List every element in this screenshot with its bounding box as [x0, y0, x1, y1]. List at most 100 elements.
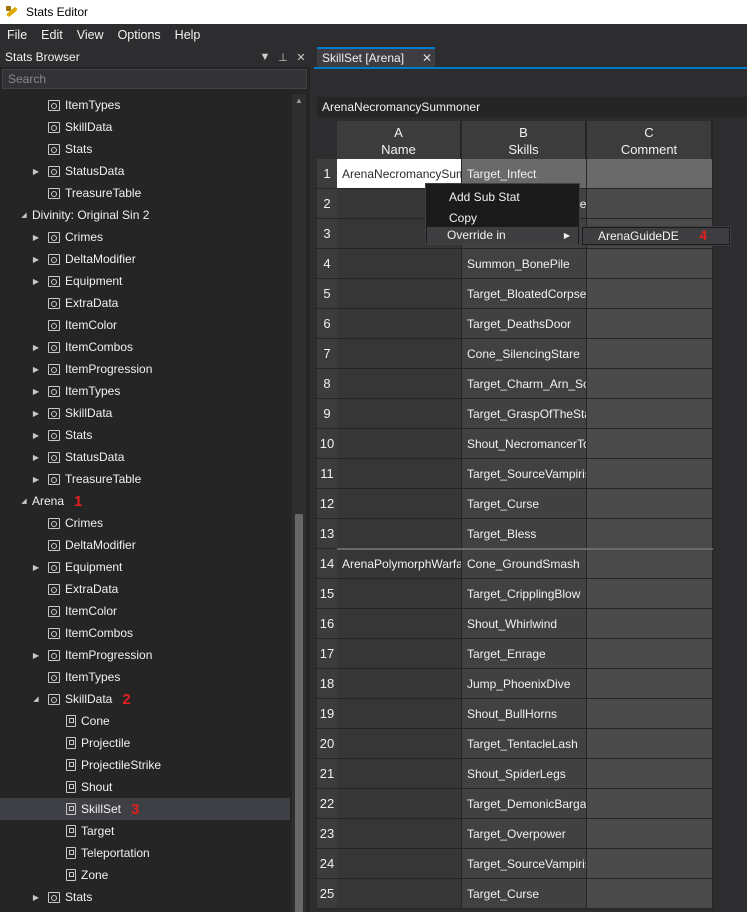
tree-item[interactable]: ExtraData: [0, 578, 290, 600]
tree-item[interactable]: SkillSet 3: [0, 798, 290, 820]
tree-item[interactable]: ◢ Arena 1: [0, 490, 290, 512]
row-header[interactable]: 10: [317, 429, 337, 459]
tree-item[interactable]: ▶ SkillData: [0, 402, 290, 424]
tree-item[interactable]: ItemColor: [0, 314, 290, 336]
grid-cell-skill[interactable]: Target_DeathsDoor: [462, 309, 587, 339]
expand-down-icon[interactable]: ◢: [18, 209, 30, 221]
tree-item[interactable]: ▶ ItemProgression: [0, 644, 290, 666]
grid-cell-skill[interactable]: Target_SourceVampirism: [462, 459, 587, 489]
tree-item[interactable]: ItemTypes: [0, 666, 290, 688]
expand-down-icon[interactable]: ◢: [30, 693, 42, 705]
tree-item[interactable]: ▶ DeltaModifier: [0, 248, 290, 270]
grid-cell-skill[interactable]: Cone_SilencingStare: [462, 339, 587, 369]
grid-cell-name[interactable]: [337, 879, 462, 909]
expand-right-icon[interactable]: ▶: [30, 275, 42, 287]
grid-cell-skill[interactable]: Target_SourceVampirism: [462, 849, 587, 879]
tree-item[interactable]: Stats: [0, 138, 290, 160]
grid-cell-comment[interactable]: [587, 519, 713, 549]
grid-cell-skill[interactable]: Summon_BonePile: [462, 249, 587, 279]
grid-cell-skill[interactable]: Shout_BullHorns: [462, 699, 587, 729]
row-header[interactable]: 21: [317, 759, 337, 789]
row-header[interactable]: 11: [317, 459, 337, 489]
grid-cell-comment[interactable]: [587, 249, 713, 279]
grid-cell-skill[interactable]: Target_Bless: [462, 519, 587, 549]
row-header[interactable]: 5: [317, 279, 337, 309]
grid-cell-name[interactable]: [337, 279, 462, 309]
grid-cell-name[interactable]: [337, 699, 462, 729]
grid-cell-comment[interactable]: [587, 639, 713, 669]
grid-cell-comment[interactable]: [587, 189, 713, 219]
grid-cell-name[interactable]: [337, 369, 462, 399]
grid-cell-name[interactable]: [337, 639, 462, 669]
row-header[interactable]: 6: [317, 309, 337, 339]
grid-cell-skill[interactable]: Target_TentacleLash: [462, 729, 587, 759]
expand-right-icon[interactable]: ▶: [30, 363, 42, 375]
row-header[interactable]: 8: [317, 369, 337, 399]
grid-cell-comment[interactable]: [587, 669, 713, 699]
grid-cell-comment[interactable]: [587, 879, 713, 909]
tree-item[interactable]: TreasureTable: [0, 182, 290, 204]
grid-cell-name[interactable]: [337, 249, 462, 279]
panel-dropdown-icon[interactable]: ▼: [256, 51, 274, 63]
tree-item[interactable]: ItemTypes: [0, 94, 290, 116]
submenu-item-arenaguidede[interactable]: ArenaGuideDE 4: [583, 227, 729, 244]
expand-right-icon[interactable]: ▶: [30, 407, 42, 419]
add-sub-stat-item[interactable]: Add Sub Stat: [427, 189, 578, 206]
grid-cell-comment[interactable]: [587, 759, 713, 789]
grid-cell-name[interactable]: [337, 729, 462, 759]
grid-cell-name[interactable]: [337, 579, 462, 609]
menu-view[interactable]: View: [70, 28, 111, 42]
tree-item[interactable]: ItemColor: [0, 600, 290, 622]
row-header[interactable]: 13: [317, 519, 337, 549]
scroll-up-icon[interactable]: ▲: [292, 94, 306, 108]
grid-cell-comment[interactable]: [587, 579, 713, 609]
grid-cell-skill[interactable]: Cone_GroundSmash: [462, 549, 587, 579]
grid-cell-comment[interactable]: [587, 489, 713, 519]
grid-cell-skill[interactable]: Target_Overpower: [462, 819, 587, 849]
tree-item[interactable]: Projectile: [0, 732, 290, 754]
expand-right-icon[interactable]: ▶: [30, 231, 42, 243]
grid-cell-name[interactable]: [337, 309, 462, 339]
row-header[interactable]: 4: [317, 249, 337, 279]
column-header-a[interactable]: A Name: [337, 121, 462, 159]
grid-cell-name[interactable]: [337, 399, 462, 429]
tree-item[interactable]: ProjectileStrike: [0, 754, 290, 776]
grid-cell-skill[interactable]: Target_CripplingBlow: [462, 579, 587, 609]
row-header[interactable]: 17: [317, 639, 337, 669]
grid-cell-name[interactable]: [337, 849, 462, 879]
menu-options[interactable]: Options: [111, 28, 168, 42]
grid-cell-skill[interactable]: Target_DemonicBargain: [462, 789, 587, 819]
pin-icon[interactable]: ⊥: [274, 51, 292, 64]
row-header[interactable]: 22: [317, 789, 337, 819]
grid-cell-comment[interactable]: [587, 369, 713, 399]
tree-item[interactable]: ▶ ItemTypes: [0, 380, 290, 402]
row-header[interactable]: 12: [317, 489, 337, 519]
row-header[interactable]: 9: [317, 399, 337, 429]
row-header[interactable]: 7: [317, 339, 337, 369]
tree-item[interactable]: ExtraData: [0, 292, 290, 314]
tree-item[interactable]: ◢ SkillData 2: [0, 688, 290, 710]
row-header[interactable]: 20: [317, 729, 337, 759]
tree-item[interactable]: SkillData: [0, 116, 290, 138]
expand-right-icon[interactable]: ▶: [30, 341, 42, 353]
expand-right-icon[interactable]: ▶: [30, 649, 42, 661]
row-header[interactable]: 18: [317, 669, 337, 699]
expand-right-icon[interactable]: ▶: [30, 165, 42, 177]
grid-cell-comment[interactable]: [587, 849, 713, 879]
grid-cell-name[interactable]: [337, 609, 462, 639]
grid-cell-comment[interactable]: [587, 279, 713, 309]
grid-cell-comment[interactable]: [587, 459, 713, 489]
search-input[interactable]: Search: [2, 69, 307, 89]
grid-cell-comment[interactable]: [587, 309, 713, 339]
copy-item[interactable]: Copy: [427, 210, 578, 227]
grid-cell-name[interactable]: [337, 459, 462, 489]
grid-cell-skill[interactable]: Target_GraspOfTheStarved: [462, 399, 587, 429]
row-header[interactable]: 25: [317, 879, 337, 909]
grid-cell-name[interactable]: ArenaPolymorphWarfare: [337, 549, 462, 579]
row-header[interactable]: 3: [317, 219, 337, 249]
tree-item[interactable]: ▶ Stats: [0, 424, 290, 446]
tree-item[interactable]: Teleportation: [0, 842, 290, 864]
grid-cell-comment[interactable]: [587, 399, 713, 429]
tree-item[interactable]: ▶ Equipment: [0, 270, 290, 292]
tree-item[interactable]: ▶ StatusData: [0, 446, 290, 468]
